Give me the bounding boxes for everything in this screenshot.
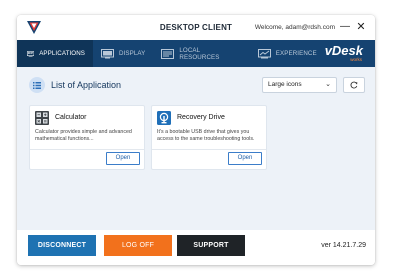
desktop-client-window: DESKTOP CLIENT Welcome, adam@rdsh.com — … (17, 15, 375, 265)
nav-label-experience: EXPERIENCE (275, 50, 317, 57)
nav-item-applications[interactable]: APPLICATIONS (17, 40, 93, 67)
nav-label-applications: APPLICATIONS (39, 50, 85, 57)
view-mode-select[interactable]: Large icons ⌄ (262, 77, 337, 93)
card-title: Calculator (55, 114, 87, 121)
nav-item-experience[interactable]: EXPERIENCE (250, 40, 325, 67)
brand-sub: works (350, 57, 362, 62)
nav-item-display[interactable]: DISPLAY (93, 40, 153, 67)
open-recovery-drive-button[interactable]: Open (228, 152, 262, 165)
list-header: List of Application Large icons ⌄ (29, 77, 365, 94)
welcome-text: Welcome, adam@rdsh.com (254, 24, 335, 31)
calculator-icon (35, 111, 49, 125)
log-off-button[interactable]: LOG OFF (104, 235, 172, 256)
card-description: It's a bootable USB drive that gives you… (157, 129, 255, 142)
open-calculator-button[interactable]: Open (106, 152, 140, 165)
chevron-down-icon: ⌄ (325, 81, 331, 88)
disconnect-button[interactable]: DISCONNECT (28, 235, 96, 256)
footer-bar: DISCONNECT LOG OFF SUPPORT ver 14.21.7.2… (17, 230, 375, 265)
card-divider (30, 149, 144, 150)
display-icon (101, 48, 114, 58)
nav-label-local-resources: LOCAL RESOURCES (179, 46, 220, 61)
support-button[interactable]: SUPPORT (177, 235, 245, 256)
brand-name: vDesk (324, 43, 363, 58)
version-label: ver 14.21.7.29 (321, 242, 366, 249)
nav-label-display: DISPLAY (119, 50, 146, 57)
experience-icon (257, 48, 271, 58)
local-resources-icon (161, 48, 175, 59)
applications-icon (27, 50, 35, 56)
card-description: Calculator provides simple and advanced … (35, 129, 132, 142)
app-card-calculator[interactable]: Calculator Calculator provides simple an… (29, 105, 145, 170)
card-title: Recovery Drive (177, 114, 225, 121)
title-bar: DESKTOP CLIENT Welcome, adam@rdsh.com — … (17, 15, 375, 40)
refresh-icon (350, 81, 358, 89)
page-title: List of Application (51, 80, 122, 90)
minimize-button[interactable]: — (339, 21, 351, 33)
nav-bar: APPLICATIONS DISPLAY LOCAL RESOURCES EXP… (17, 40, 375, 67)
view-mode-value: Large icons (268, 81, 302, 88)
main-content: List of Application Large icons ⌄ Calcul… (17, 67, 375, 230)
recovery-drive-icon (157, 111, 171, 125)
brand-logo: vDesk works (325, 40, 363, 67)
app-card-recovery-drive[interactable]: Recovery Drive It's a bootable USB drive… (151, 105, 267, 170)
list-icon (29, 77, 45, 93)
nav-item-local-resources[interactable]: LOCAL RESOURCES (153, 40, 249, 67)
close-button[interactable]: ✕ (355, 21, 367, 33)
app-logo-icon (27, 21, 41, 34)
refresh-button[interactable] (343, 77, 365, 93)
card-divider (152, 149, 266, 150)
